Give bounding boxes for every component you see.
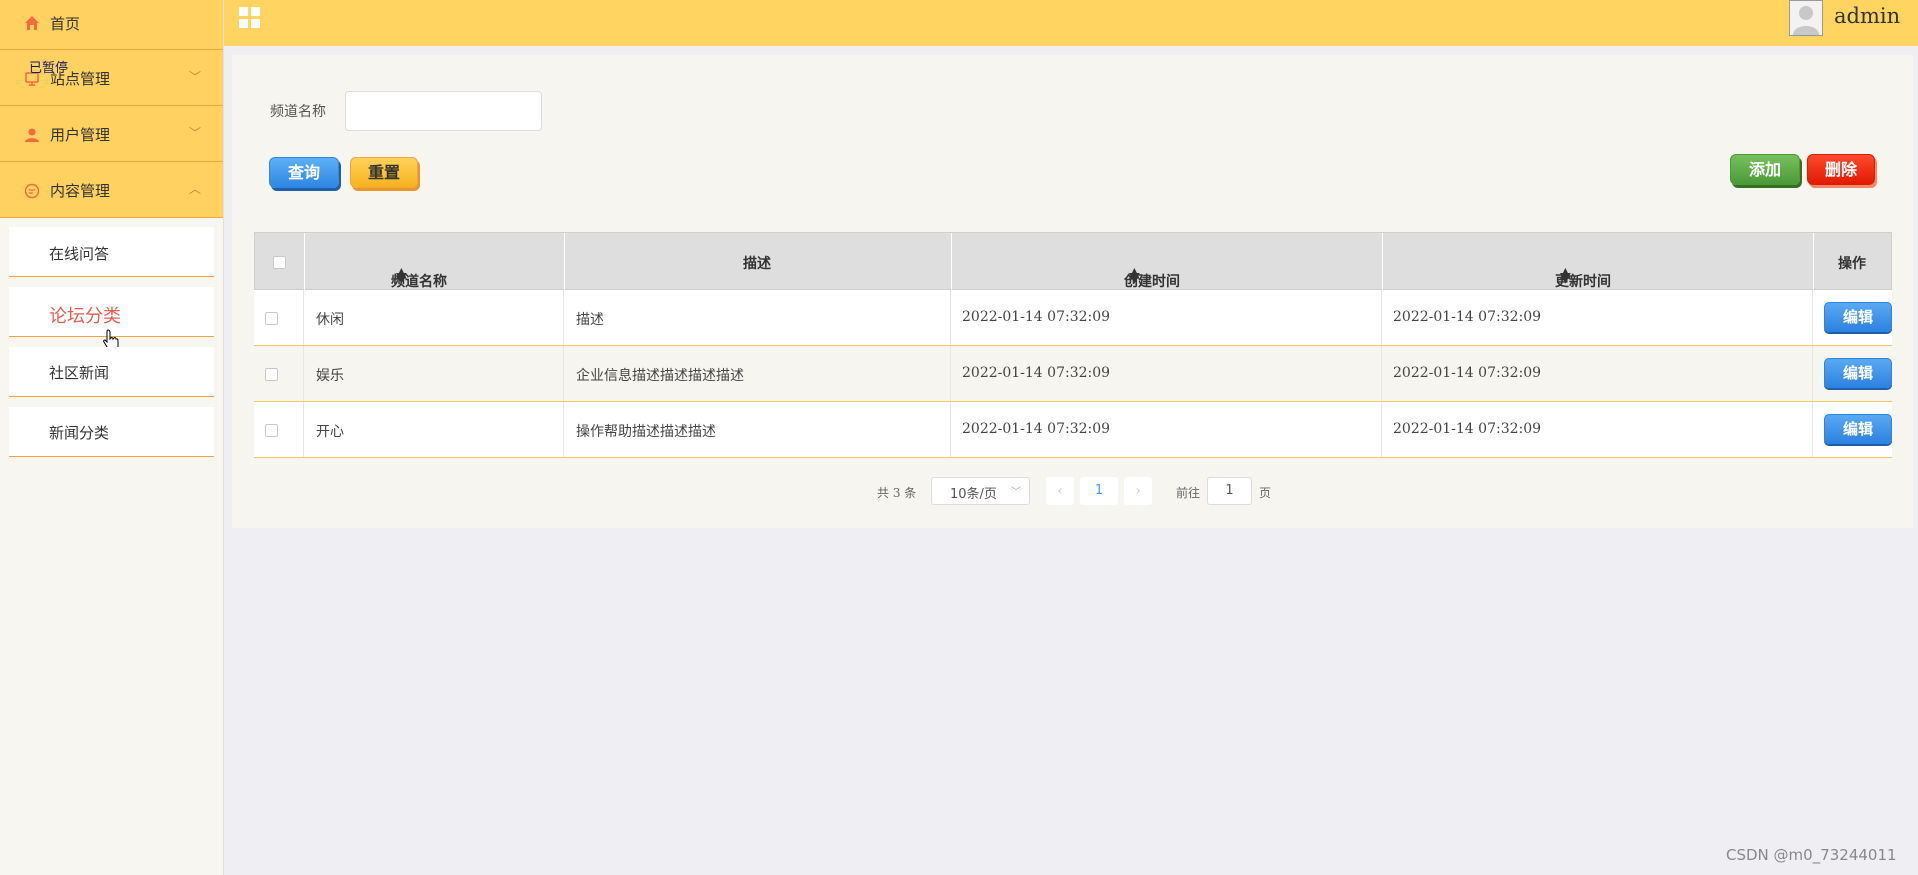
edit-button[interactable]: 编辑 [1824, 358, 1892, 388]
watermark: CSDN @m0_73244011 [1726, 846, 1897, 864]
user-avatar-icon [1790, 1, 1822, 35]
row-checkbox[interactable] [265, 368, 278, 381]
submenu-item-community-news[interactable]: 社区新闻 [9, 347, 214, 397]
header-label: 描述 [743, 256, 771, 272]
cell-updated: 2022-01-14 07:32:09 [1382, 290, 1813, 345]
cell-text: 2022-01-14 07:32:09 [962, 421, 1111, 437]
channel-name-input[interactable] [345, 91, 542, 131]
cell-text: 操作帮助描述描述描述 [576, 424, 716, 440]
grid-menu-icon[interactable] [239, 7, 261, 29]
chevron-up-icon: ︿ [188, 182, 201, 196]
sidebar: 首页 站点管理 ﹀ 已暂停 用户管理 ﹀ 内容管理 ︿ 在线问答 论坛分类 社区… [0, 0, 224, 875]
chevron-down-icon: ﹀ [1011, 487, 1021, 498]
reset-button[interactable]: 重置 [350, 157, 418, 188]
paused-badge: 已暂停 [29, 61, 69, 76]
edit-button[interactable]: 编辑 [1824, 414, 1892, 444]
goto-page-input[interactable]: 1 [1207, 477, 1252, 505]
menu-item-content-management[interactable]: 内容管理 ︿ [0, 162, 223, 218]
cell-text: 休闲 [316, 312, 344, 328]
cell-name: 休闲 [304, 290, 564, 345]
submenu-item-news-category[interactable]: 新闻分类 [9, 407, 214, 457]
menu-item-home-label: 首页 [50, 15, 81, 33]
add-button[interactable]: 添加 [1730, 154, 1800, 185]
menu-item-content-management-label: 内容管理 [50, 182, 111, 200]
prev-page-button[interactable]: ‹ [1046, 477, 1074, 505]
user-icon [25, 128, 39, 142]
avatar[interactable] [1789, 0, 1823, 36]
cell-created: 2022-01-14 07:32:09 [951, 346, 1382, 401]
select-all-checkbox[interactable] [273, 256, 286, 269]
cell-desc: 描述 [564, 290, 951, 345]
goto-label: 前往 [1176, 486, 1201, 500]
cell-text: 2022-01-14 07:32:09 [1393, 421, 1542, 437]
row-select [254, 402, 304, 457]
cell-created: 2022-01-14 07:32:09 [951, 402, 1382, 457]
chevron-down-icon: ﹀ [188, 70, 201, 84]
cell-text: 描述 [576, 312, 604, 328]
submenu-item-online-qa[interactable]: 在线问答 [9, 227, 214, 277]
chevron-down-icon: ﹀ [188, 126, 201, 140]
submenu-item-label: 社区新闻 [49, 364, 110, 382]
page-size-select[interactable]: 10条/页 ﹀ [931, 477, 1030, 505]
query-button[interactable]: 查询 [269, 157, 339, 188]
header-updated-time[interactable]: 更新时间 ▲ ▼ [1383, 233, 1814, 291]
page-suffix: 页 [1259, 486, 1272, 500]
row-checkbox[interactable] [265, 312, 278, 325]
header-channel-name[interactable]: 频道名称 ▲ ▼ [305, 233, 565, 291]
row-checkbox[interactable] [265, 424, 278, 437]
row-select [254, 346, 304, 401]
submenu-item-forum-category[interactable]: 论坛分类 [9, 287, 214, 351]
channel-name-label: 频道名称 [270, 104, 326, 120]
table-row: 娱乐 企业信息描述描述描述描述 2022-01-14 07:32:09 2022… [254, 346, 1892, 402]
header-select-all [255, 233, 305, 291]
table-row: 休闲 描述 2022-01-14 07:32:09 2022-01-14 07:… [254, 290, 1892, 346]
cell-name: 开心 [304, 402, 564, 457]
cell-actions: 编辑 [1813, 402, 1892, 457]
menu-item-user-management-label: 用户管理 [50, 126, 111, 144]
sort-icon[interactable]: ▲ ▼ [1560, 266, 1571, 285]
header-description: 描述 [565, 233, 952, 291]
menu-item-home[interactable]: 首页 [0, 0, 223, 50]
message-icon [24, 183, 40, 199]
cell-text: 企业信息描述描述描述描述 [576, 368, 744, 384]
header-actions: 操作 [1814, 233, 1893, 291]
cell-desc: 企业信息描述描述描述描述 [564, 346, 951, 401]
cell-updated: 2022-01-14 07:32:09 [1382, 346, 1813, 401]
edit-button[interactable]: 编辑 [1824, 302, 1892, 332]
next-page-button[interactable]: › [1124, 477, 1152, 505]
cell-desc: 操作帮助描述描述描述 [564, 402, 951, 457]
sort-icon[interactable]: ▲ ▼ [396, 266, 407, 285]
cell-text: 2022-01-14 07:32:09 [962, 309, 1111, 325]
menu-item-site-management[interactable]: 站点管理 ﹀ 已暂停 [0, 50, 223, 106]
submenu-item-label: 在线问答 [49, 245, 110, 263]
table-row: 开心 操作帮助描述描述描述 2022-01-14 07:32:09 2022-0… [254, 402, 1892, 458]
row-select [254, 290, 304, 345]
submenu-item-label: 新闻分类 [49, 424, 110, 442]
cell-text: 娱乐 [316, 368, 344, 384]
home-icon [25, 16, 39, 30]
cell-text: 2022-01-14 07:32:09 [962, 365, 1111, 381]
header-label: 操作 [1838, 256, 1866, 272]
cell-name: 娱乐 [304, 346, 564, 401]
submenu-item-label: 论坛分类 [49, 306, 121, 327]
cell-created: 2022-01-14 07:32:09 [951, 290, 1382, 345]
user-name[interactable]: admin [1834, 4, 1900, 28]
cell-actions: 编辑 [1813, 290, 1892, 345]
cell-actions: 编辑 [1813, 346, 1892, 401]
header-created-time[interactable]: 创建时间 ▲ ▼ [952, 233, 1383, 291]
delete-button[interactable]: 删除 [1807, 154, 1875, 185]
cell-updated: 2022-01-14 07:32:09 [1382, 402, 1813, 457]
page-size-value: 10条/页 [950, 487, 997, 502]
table-header: 频道名称 ▲ ▼ 描述 创建时间 ▲ ▼ 更新时间 ▲ ▼ 操作 [254, 232, 1893, 291]
cell-text: 2022-01-14 07:32:09 [1393, 309, 1542, 325]
cell-text: 2022-01-14 07:32:09 [1393, 365, 1542, 381]
sort-icon[interactable]: ▲ ▼ [1129, 266, 1140, 285]
cell-text: 开心 [316, 424, 344, 440]
top-bar: admin [224, 0, 1918, 46]
menu-item-user-management[interactable]: 用户管理 ﹀ [0, 106, 223, 162]
page-number-1[interactable]: 1 [1080, 477, 1118, 505]
total-count: 共 3 条 [877, 486, 917, 500]
